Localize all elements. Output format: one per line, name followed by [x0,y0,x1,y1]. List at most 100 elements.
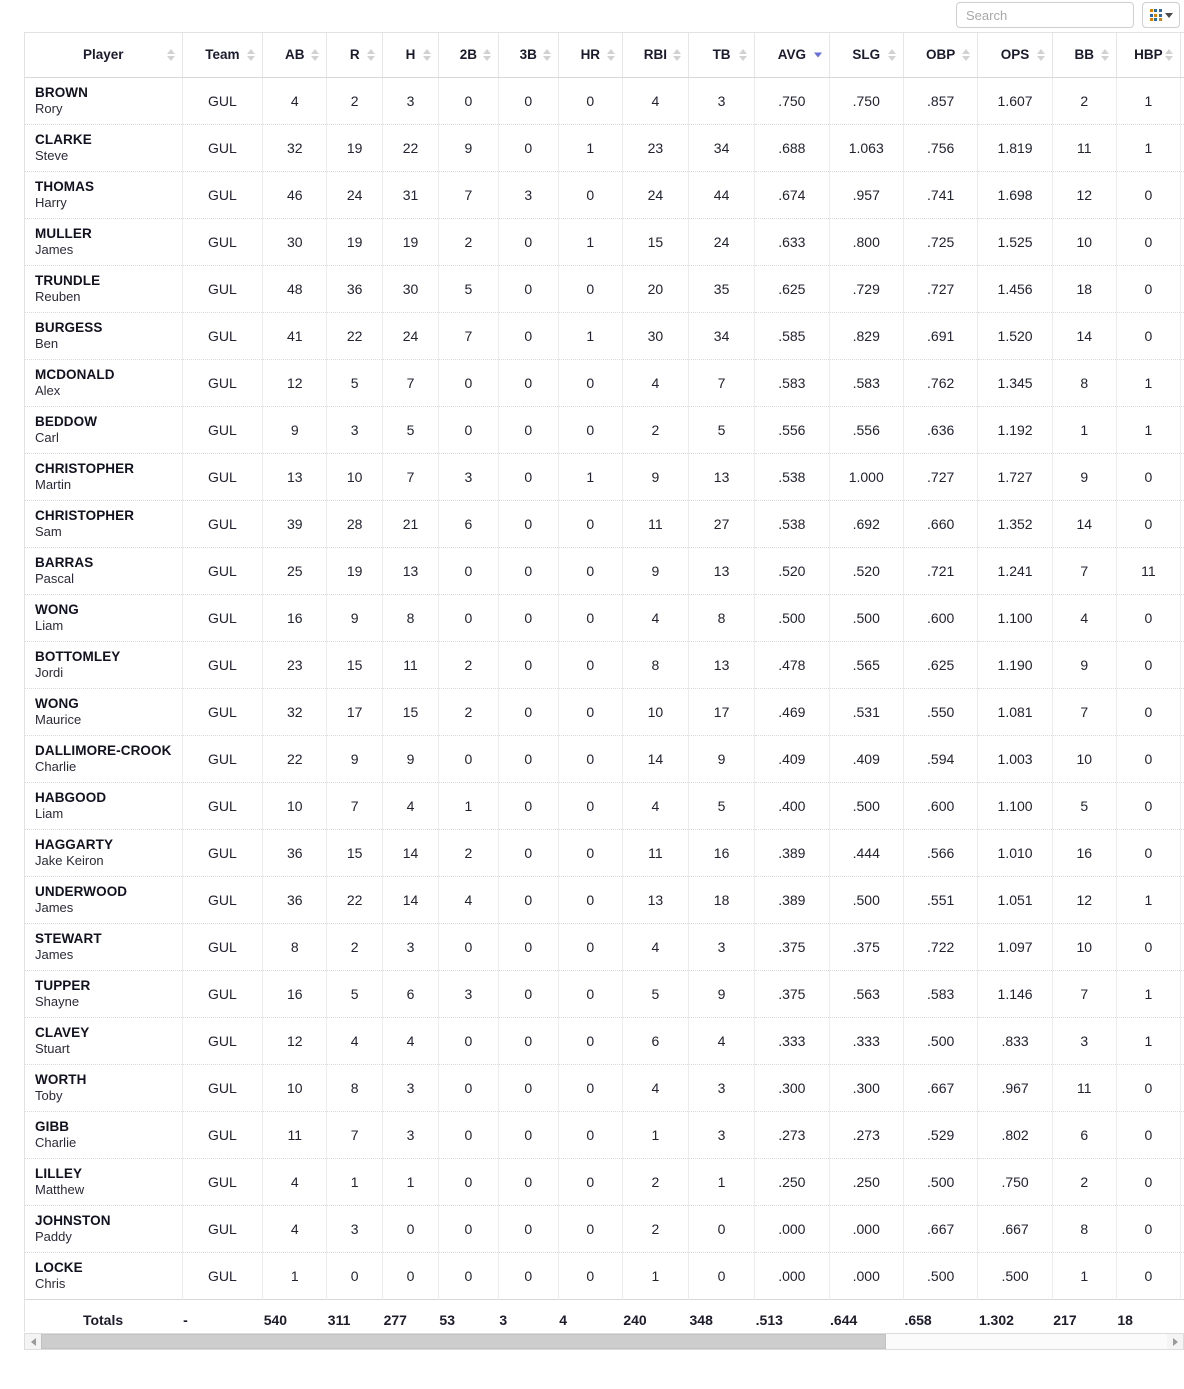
table-row[interactable]: CHRISTOPHER Martin GUL 13 10 7 3 0 1 9 13.538 1.000… [25,453,1184,501]
column-header-rbi[interactable]: RBI [622,33,690,78]
cell-obp: .529 [903,1111,979,1159]
table-row[interactable]: TUPPER Shayne GUL 16 5 6 3 0 0 5 9.375.563.583 1.14… [25,970,1184,1018]
scroll-right-arrow-icon[interactable] [1167,1334,1183,1349]
cell-h: 21 [382,500,439,548]
cell-s [1180,1205,1184,1253]
column-header-hr[interactable]: HR [558,33,623,78]
column-header-bb[interactable]: BB [1052,33,1117,78]
cell-hr: 1 [558,124,623,172]
column-header-slg[interactable]: SLG [829,33,904,78]
column-header-ops[interactable]: OPS [977,33,1053,78]
table-row[interactable]: LILLEY Matthew GUL 4 1 1 0 0 0 2 1.250.250.500.750… [25,1158,1184,1206]
cell-obp: .727 [903,265,979,313]
sort-desc-arrow-icon [673,55,681,61]
table-row[interactable]: UNDERWOOD James GUL 36 22 14 4 0 0 13 18.389.500.5… [25,876,1184,924]
cell-2b: 3 [438,453,499,501]
sort-indicator[interactable] [247,48,256,61]
sort-indicator[interactable] [739,48,748,61]
cell-3b: 0 [498,1158,559,1206]
sort-indicator[interactable] [1036,48,1045,61]
table-row[interactable]: HAGGARTY Jake Keiron GUL 36 15 14 2 0 0 11 16.389.… [25,829,1184,877]
column-header-3b[interactable]: 3B [498,33,559,78]
column-header-avg[interactable]: AVG [754,33,830,78]
sort-indicator-active[interactable] [813,52,822,58]
column-header-2b[interactable]: 2B [438,33,499,78]
table-row[interactable]: THOMAS Harry GUL 46 24 31 7 3 0 24 44.674.957.741 1… [25,171,1184,219]
table-row[interactable]: JOHNSTON Paddy GUL 4 3 0 0 0 0 2 0.000.000.667.667… [25,1205,1184,1253]
player-firstname: James [35,241,74,257]
scrollbar-thumb[interactable] [41,1334,886,1349]
sort-indicator[interactable] [887,48,896,61]
cell-h: 15 [382,688,439,736]
player-name-cell: THOMAS Harry [25,171,183,219]
table-row[interactable]: LOCKE Chris GUL 1 0 0 0 0 0 1 0.000.000.500.500 1 0 [25,1252,1184,1300]
table-row[interactable]: BARRAS Pascal GUL 25 19 13 0 0 0 9 13.520.520.721 1… [25,547,1184,595]
table-row[interactable]: HABGOOD Liam GUL 10 7 4 1 0 0 4 5.400.500.600 1.100… [25,782,1184,830]
table-row[interactable]: CHRISTOPHER Sam GUL 39 28 21 6 0 0 11 27.538.692.6… [25,500,1184,548]
table-row[interactable]: CLAVEY Stuart GUL 12 4 4 0 0 0 6 4.333.333.500.833… [25,1017,1184,1065]
table-row[interactable]: BEDDOW Carl GUL 9 3 5 0 0 0 2 5.556.556.636 1.192 1 1 [25,406,1184,454]
column-header-r[interactable]: R [326,33,384,78]
column-header-tb[interactable]: TB [688,33,756,78]
sort-indicator[interactable] [542,48,551,61]
cell-h: 14 [382,829,439,877]
table-row[interactable]: TRUNDLE Reuben GUL 48 36 30 5 0 0 20 35.625.729.72… [25,265,1184,313]
table-row[interactable]: BROWN Rory GUL 4 2 3 0 0 0 4 3.750.750.857 1.607 2 1 [25,77,1184,125]
column-header-hbp[interactable]: HBP [1116,33,1181,78]
search-input[interactable] [956,2,1134,28]
table-row[interactable]: BURGESS Ben GUL 41 22 24 7 0 1 30 34.585.829.691 1.… [25,312,1184,360]
scroll-left-arrow-icon[interactable] [25,1334,41,1349]
column-header-s[interactable]: S [1180,33,1184,78]
column-visibility-button[interactable] [1142,2,1180,28]
sort-indicator[interactable] [673,48,681,61]
table-row[interactable]: WONG Maurice GUL 32 17 15 2 0 0 10 17.469.531.550 1… [25,688,1184,736]
column-header-h[interactable]: H [382,33,439,78]
scrollbar-track[interactable] [41,1334,1167,1349]
cell-hr: 0 [558,641,623,689]
sort-indicator[interactable] [962,48,971,61]
sort-indicator[interactable] [166,48,175,61]
cell-hbp: 0 [1116,312,1181,360]
horizontal-scrollbar[interactable] [24,1333,1184,1350]
table-row[interactable]: DALLIMORE-CROOK Charlie GUL 22 9 9 0 0 0 14 9.409.… [25,735,1184,783]
sort-desc-arrow-icon [739,55,748,61]
sort-indicator[interactable] [367,48,376,61]
table-row[interactable]: WONG Liam GUL 16 9 8 0 0 0 4 8.500.500.600 1.100 4 0 [25,594,1184,642]
column-header-team[interactable]: Team [182,33,264,78]
cell-hr: 0 [558,876,623,924]
table-row[interactable]: MULLER James GUL 30 19 19 2 0 1 15 24.633.800.725 1… [25,218,1184,266]
player-firstname: Carl [35,429,59,445]
column-header-obp[interactable]: OBP [903,33,979,78]
chevron-down-icon [1164,12,1173,18]
cell-ab: 9 [262,406,328,454]
table-row[interactable]: CLARKE Steve GUL 32 19 22 9 0 1 23 34.688 1.063.756… [25,124,1184,172]
sort-indicator[interactable] [1100,48,1109,61]
cell-ab: 36 [262,829,328,877]
table-row[interactable]: BOTTOMLEY Jordi GUL 23 15 11 2 0 0 8 13.478.565.62… [25,641,1184,689]
cell-ab: 41 [262,312,328,360]
cell-3b: 0 [498,923,559,971]
page-root: Player Team AB R H 2B 3B HR RBI TB AVG SLG OBP OPS BB H… [0,0,1184,1389]
stats-table-scroll-container[interactable]: Player Team AB R H 2B 3B HR RBI TB AVG SLG OBP OPS BB H… [24,32,1184,1332]
cell-slg: .409 [829,735,904,783]
sort-indicator[interactable] [482,48,491,61]
table-row[interactable]: MCDONALD Alex GUL 12 5 7 0 0 0 4 7.583.583.762 1.34… [25,359,1184,407]
cell-obp: .500 [903,1252,979,1300]
sort-indicator[interactable] [606,48,615,61]
sort-indicator[interactable] [1164,48,1173,61]
cell-obp: .600 [903,594,979,642]
sort-indicator[interactable] [311,48,320,61]
cell-r: 17 [326,688,384,736]
cell-avg: .478 [754,641,830,689]
column-header-player[interactable]: Player [25,33,183,78]
cell-s [1180,1111,1184,1159]
cell-ab: 11 [262,1111,328,1159]
table-row[interactable]: GIBB Charlie GUL 11 7 3 0 0 0 1 3.273.273.529.802 6… [25,1111,1184,1159]
player-name-cell: GIBB Charlie [25,1111,183,1159]
column-header-ab[interactable]: AB [262,33,328,78]
table-row[interactable]: WORTH Toby GUL 10 8 3 0 0 0 4 3.300.300.667.967 11 0 [25,1064,1184,1112]
player-firstname: Reuben [35,288,81,304]
table-row[interactable]: STEWART James GUL 8 2 3 0 0 0 4 3.375.375.722 1.097… [25,923,1184,971]
sort-indicator[interactable] [422,48,431,61]
cell-obp: .500 [903,1158,979,1206]
